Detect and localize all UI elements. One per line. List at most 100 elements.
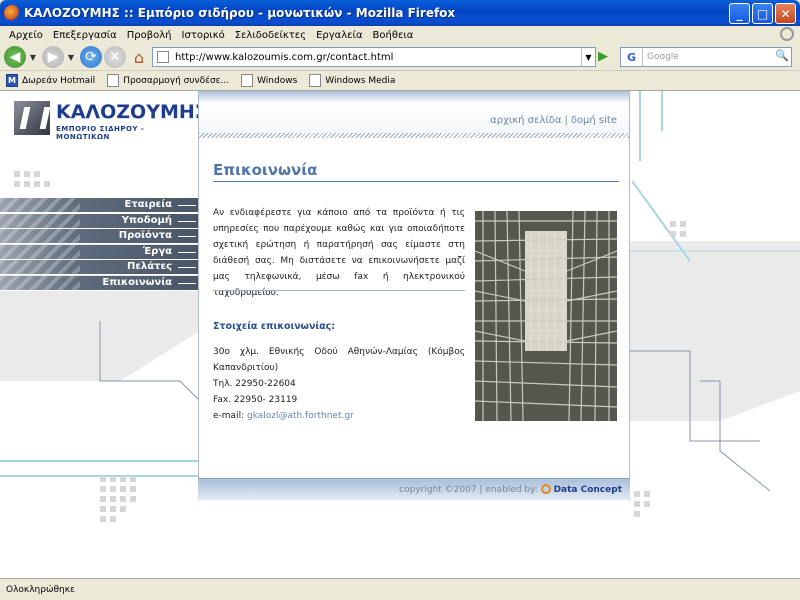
site-logo[interactable]: ΚΑΛΟΖΟΥΜΗΣ ΕΜΠΟΡΙΟ ΣΙΔΗΡΟΥ - ΜΟΝΩΤΙΚΩΝ	[14, 101, 208, 141]
panel-top-band	[199, 91, 629, 133]
nav-dash	[178, 267, 196, 268]
menu-file[interactable]: Αρχείο	[4, 30, 48, 41]
nav-dash	[178, 236, 196, 237]
bookmark-windows-media[interactable]: Windows Media	[309, 74, 395, 87]
search-input[interactable]: Google	[643, 52, 679, 62]
logo-subtitle: ΕΜΠΟΡΙΟ ΣΙΔΗΡΟΥ - ΜΟΝΩΤΙΚΩΝ	[56, 125, 145, 141]
stop-icon[interactable]: ✕	[104, 46, 126, 68]
contact-heading: Στοιχεία επικοινωνίας:	[213, 321, 336, 332]
nav-stripes	[0, 244, 80, 260]
page-title: Επικοινωνία	[213, 161, 318, 179]
page-icon	[241, 74, 254, 87]
nav-item-products[interactable]: Προϊόντα	[0, 229, 198, 244]
page-icon	[107, 74, 120, 87]
top-links: αρχική σελίδα | δομή site	[490, 115, 617, 126]
contact-address: 30ο χλμ. Εθνικής Οδού Αθηνών-Λαμίας (Κόμ…	[213, 347, 465, 373]
url-dropdown-icon[interactable]: ▼	[581, 48, 595, 66]
back-arrow-icon[interactable]: ◀	[4, 46, 26, 68]
top-link-separator: |	[564, 115, 568, 126]
bookmark-customize-links[interactable]: Προσαρμογή συνδέσε...	[107, 74, 229, 87]
firefox-icon	[4, 5, 20, 21]
search-engine-icon[interactable]: G	[621, 48, 643, 66]
menu-tools[interactable]: Εργαλεία	[311, 30, 367, 41]
panel-hatch	[199, 133, 629, 138]
navigation-toolbar: ◀ ▼ ▶ ▼ ⟳ ✕ ⌂ http://www.kalozoumis.com.…	[0, 44, 800, 70]
menu-edit[interactable]: Επεξεργασία	[48, 30, 122, 41]
side-navigation: Εταιρεία Υποδομή Προϊόντα Έργα Πελάτες Ε…	[0, 198, 198, 291]
menu-bookmarks[interactable]: Σελιδοδείκτες	[230, 30, 311, 41]
cable-tray-photo	[475, 211, 617, 421]
email-link[interactable]: gkalozl@ath.forthnet.gr	[247, 411, 354, 421]
status-text: Ολοκληρώθηκε	[6, 584, 75, 595]
data-concept-logo-icon	[540, 484, 551, 494]
nav-label: Έργα	[142, 245, 172, 257]
footer-text: copyright ©2007 | enabled by: Data Conce…	[399, 484, 622, 495]
forward-arrow-icon[interactable]: ▶	[42, 46, 64, 68]
search-icon[interactable]: 🔍	[775, 49, 789, 62]
footer-copyright: copyright ©2007 | enabled by:	[399, 485, 538, 495]
back-history-dropdown-icon[interactable]: ▼	[28, 46, 38, 68]
nav-item-infrastructure[interactable]: Υποδομή	[0, 213, 198, 229]
nav-label: Εταιρεία	[124, 199, 172, 210]
content-panel: αρχική σελίδα | δομή site Επικοινωνία Αν ε…	[198, 91, 630, 501]
home-icon[interactable]: ⌂	[128, 46, 150, 68]
nav-item-company[interactable]: Εταιρεία	[0, 198, 198, 213]
sitemap-link[interactable]: δομή site	[571, 115, 617, 126]
menubar: Αρχείο Επεξεργασία Προβολή Ιστορικό Σελι…	[0, 26, 800, 44]
minimize-button[interactable]: _	[729, 3, 750, 24]
nav-stripes	[0, 260, 80, 275]
menu-help[interactable]: Βοήθεια	[368, 30, 419, 41]
nav-label: Προϊόντα	[118, 230, 172, 241]
wire-mesh-image	[475, 211, 617, 421]
nav-item-contact[interactable]: Επικοινωνία	[0, 275, 198, 291]
maximize-button[interactable]: □	[752, 3, 773, 24]
nav-stripes	[0, 213, 80, 229]
throbber-icon	[780, 27, 794, 41]
page-viewport: ΚΑΛΟΖΟΥΜΗΣ ΕΜΠΟΡΙΟ ΣΙΔΗΡΟΥ - ΜΟΝΩΤΙΚΩΝ Ε…	[0, 90, 800, 578]
nav-dash	[178, 282, 196, 284]
intro-text: Αν ενδιαφέρεστε για κάποιο από τα προϊόν…	[213, 208, 465, 298]
msn-icon: M	[6, 74, 18, 87]
bookmarks-toolbar: M Δωρεάν Hotmail Προσαρμογή συνδέσε... Wi…	[0, 70, 800, 90]
search-box[interactable]: G Google 🔍	[620, 47, 792, 67]
window-controls: _ □ ✕	[729, 3, 796, 24]
nav-label: Υποδομή	[121, 214, 172, 226]
nav-dash	[178, 220, 196, 222]
bookmark-windows[interactable]: Windows	[241, 74, 297, 87]
status-bar: Ολοκληρώθηκε	[0, 578, 800, 600]
home-link[interactable]: αρχική σελίδα	[490, 115, 561, 126]
nav-item-clients[interactable]: Πελάτες	[0, 260, 198, 275]
bookmark-label: Δωρεάν Hotmail	[22, 75, 96, 86]
page-footer: copyright ©2007 | enabled by: Data Conce…	[198, 478, 630, 500]
menu-view[interactable]: Προβολή	[122, 30, 177, 41]
contact-details: 30ο χλμ. Εθνικής Οδού Αθηνών-Λαμίας (Κόμ…	[213, 344, 465, 424]
nav-label: Πελάτες	[126, 261, 172, 272]
page-favicon-icon	[157, 51, 169, 63]
footer-brand-link[interactable]: Data Concept	[554, 485, 622, 495]
intro-divider	[213, 290, 465, 291]
bookmark-label: Windows Media	[325, 75, 396, 86]
nav-item-projects[interactable]: Έργα	[0, 244, 198, 260]
window-titlebar: ΚΑΛΟΖΟΥΜΗΣ :: Εμπόριο σιδήρου - μονωτικώ…	[0, 0, 800, 26]
nav-stripes	[0, 198, 80, 213]
forward-history-dropdown-icon[interactable]: ▼	[66, 46, 76, 68]
bookmark-label: Προσαρμογή συνδέσε...	[123, 75, 230, 86]
close-button[interactable]: ✕	[775, 3, 796, 24]
bookmark-label: Windows	[257, 75, 298, 86]
contact-email-row: e-mail: gkalozl@ath.forthnet.gr	[213, 408, 465, 424]
nav-dash	[178, 205, 196, 206]
reload-icon[interactable]: ⟳	[80, 46, 102, 68]
window-title: ΚΑΛΟΖΟΥΜΗΣ :: Εμπόριο σιδήρου - μονωτικώ…	[24, 6, 456, 20]
url-bar[interactable]: http://www.kalozoumis.com.gr/contact.htm…	[152, 47, 596, 67]
logo-mark-icon	[14, 101, 50, 135]
url-text[interactable]: http://www.kalozoumis.com.gr/contact.htm…	[175, 52, 393, 63]
nav-label: Επικοινωνία	[102, 276, 172, 288]
bookmark-hotmail[interactable]: M Δωρεάν Hotmail	[6, 74, 95, 87]
logo-name: ΚΑΛΟΖΟΥΜΗΣ	[56, 101, 208, 123]
title-divider	[213, 181, 619, 182]
nav-stripes	[0, 275, 80, 291]
nav-stripes	[0, 229, 80, 244]
menu-history[interactable]: Ιστορικό	[177, 30, 230, 41]
go-arrow-icon[interactable]: ▶	[598, 49, 614, 65]
email-label: e-mail:	[213, 411, 245, 421]
